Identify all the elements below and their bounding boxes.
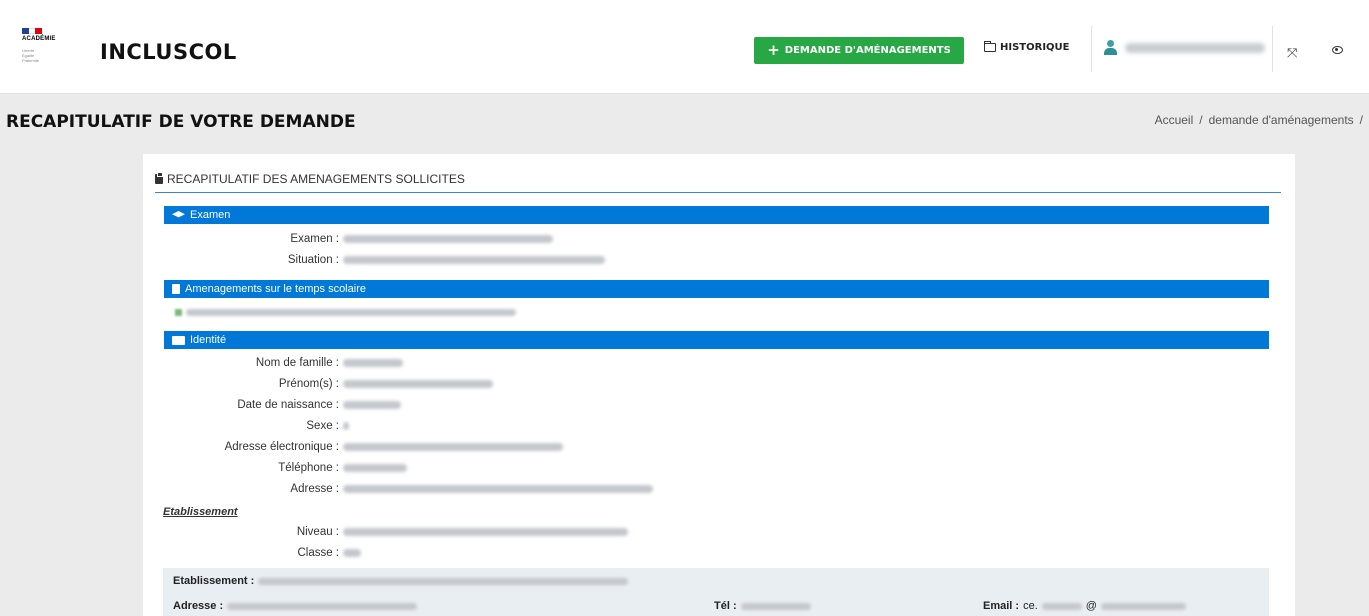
page-title: RECAPITULATIF DE VOTRE DEMANDE — [6, 112, 356, 132]
amenagement-text — [186, 309, 516, 316]
card-divider — [155, 192, 1281, 193]
header-divider — [1091, 26, 1092, 72]
plus-icon: + — [767, 41, 780, 59]
section-identite: Identité — [164, 331, 1269, 349]
field-row: Situation : — [143, 254, 605, 266]
field-label: Prénom(s) : — [278, 378, 339, 390]
field-label: Situation : — [287, 254, 339, 266]
field-row: Classe : — [143, 547, 361, 559]
field-value — [343, 359, 403, 367]
new-request-label: DEMANDE D'AMÉNAGEMENTS — [784, 45, 951, 56]
app-title[interactable]: INCLUSCOL — [100, 40, 237, 64]
field-label: Examen : — [290, 233, 339, 245]
field-value — [343, 443, 563, 451]
section-temps-title: Amenagements sur le temps scolaire — [185, 283, 366, 295]
history-link[interactable]: HISTORIQUE — [984, 41, 1070, 53]
graduation-cap-icon — [172, 211, 185, 218]
field-label: Téléphone : — [278, 462, 339, 474]
academie-logo[interactable]: ACADÉMIE Liberté Égalité Fraternité — [22, 28, 62, 78]
field-row: Examen : — [143, 233, 553, 245]
breadcrumb: Accueil / demande d'aménagements / — [1155, 113, 1363, 127]
flag-icon — [22, 28, 43, 34]
field-label: Adresse : — [290, 483, 339, 495]
section-examen: Examen — [164, 206, 1269, 224]
field-label: Sexe : — [306, 420, 339, 432]
etablissement-box: Etablissement : Adresse : Tél : Email : … — [163, 568, 1269, 616]
field-label: Nom de famille : — [255, 357, 339, 369]
field-row: Prénom(s) : — [143, 378, 493, 390]
field-value — [343, 422, 349, 430]
etab-email-label: Email : — [983, 600, 1020, 612]
etab-tel-row: Tél : — [714, 600, 811, 612]
app-header: ACADÉMIE Liberté Égalité Fraternité INCL… — [0, 0, 1369, 94]
motto-line: Fraternité — [22, 58, 40, 63]
field-value — [343, 256, 605, 264]
field-row: Adresse électronique : — [143, 441, 563, 453]
etab-email-prefix: ce. — [1023, 600, 1038, 612]
breadcrumb-separator: / — [1359, 113, 1363, 127]
etab-email-at: @ — [1085, 600, 1097, 612]
expand-icon[interactable]: ⤧ — [1287, 45, 1297, 61]
etab-tel-label: Tél : — [714, 600, 737, 612]
check-icon — [175, 309, 182, 316]
field-value — [343, 401, 401, 409]
id-card-icon — [172, 335, 185, 345]
section-identite-title: Identité — [190, 334, 227, 346]
folder-icon — [984, 41, 996, 52]
card-title-text: RECAPITULATIF DES AMENAGEMENTS SOLLICITE… — [167, 172, 465, 186]
field-value — [343, 380, 493, 388]
amenagement-item — [175, 309, 516, 316]
logo-motto: Liberté Égalité Fraternité — [22, 48, 62, 63]
user-menu[interactable] — [1104, 40, 1265, 55]
logo-word: ACADÉMIE — [22, 36, 56, 42]
eye-icon[interactable] — [1332, 46, 1343, 54]
field-value — [343, 235, 553, 243]
etab-name-label: Etablissement : — [173, 575, 255, 587]
user-name — [1125, 42, 1265, 53]
history-label: HISTORIQUE — [1000, 42, 1070, 53]
field-row: Niveau : — [143, 526, 628, 538]
field-row: Sexe : — [143, 420, 349, 432]
user-icon — [1104, 40, 1117, 55]
field-value — [343, 549, 361, 557]
field-value — [343, 528, 628, 536]
etab-email-domain — [1100, 602, 1186, 610]
summary-card: RECAPITULATIF DES AMENAGEMENTS SOLLICITE… — [143, 154, 1295, 616]
etab-name-value — [258, 577, 629, 585]
etab-name-row: Etablissement : — [173, 575, 629, 587]
etab-address-value — [227, 602, 418, 610]
section-temps-scolaire: Amenagements sur le temps scolaire — [164, 280, 1269, 298]
field-label: Classe : — [297, 547, 339, 559]
etab-address-row: Adresse : — [173, 600, 418, 612]
breadcrumb-request[interactable]: demande d'aménagements — [1209, 113, 1354, 127]
etab-address-label: Adresse : — [173, 600, 224, 612]
breadcrumb-home[interactable]: Accueil — [1155, 113, 1194, 127]
clipboard-icon — [155, 172, 163, 184]
field-row: Nom de famille : — [143, 357, 403, 369]
field-label: Adresse électronique : — [224, 441, 339, 453]
field-label: Niveau : — [296, 526, 339, 538]
field-row: Date de naissance : — [143, 399, 401, 411]
field-value — [343, 464, 407, 472]
field-row: Téléphone : — [143, 462, 407, 474]
new-request-button[interactable]: + DEMANDE D'AMÉNAGEMENTS — [754, 37, 964, 64]
etab-email-local — [1041, 602, 1082, 610]
card-title: RECAPITULATIF DES AMENAGEMENTS SOLLICITE… — [155, 172, 465, 186]
section-examen-title: Examen — [190, 209, 231, 221]
etab-tel-value — [740, 602, 811, 610]
field-value — [343, 485, 653, 493]
field-label: Date de naissance : — [237, 399, 339, 411]
etablissement-heading: Etablissement — [163, 506, 238, 518]
field-row: Adresse : — [143, 483, 653, 495]
breadcrumb-separator: / — [1199, 113, 1203, 127]
document-icon — [172, 284, 180, 294]
header-divider — [1272, 26, 1273, 72]
etab-email-row: Email : ce. @ — [983, 600, 1186, 612]
